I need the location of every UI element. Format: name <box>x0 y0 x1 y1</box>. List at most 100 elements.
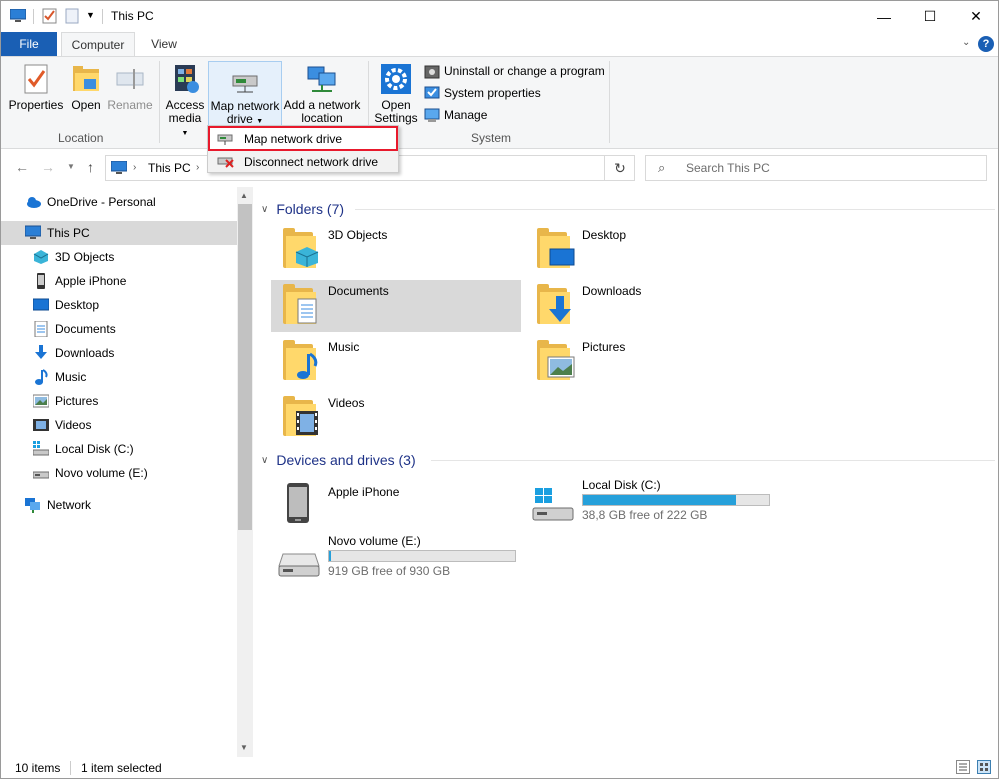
drive-tile-novo-volume-e[interactable]: Novo volume (E:) 919 GB free of 930 GB <box>271 532 521 584</box>
drive-usage-bar <box>328 550 516 562</box>
scroll-up-arrow-icon[interactable]: ▲ <box>240 191 248 200</box>
drive-tile-local-disk-c[interactable]: Local Disk (C:) 38,8 GB free of 222 GB <box>525 476 775 528</box>
nav-item-desktop[interactable]: Desktop <box>1 293 237 317</box>
devices-section-header[interactable]: ∨ Devices and drives (3) <box>261 452 416 468</box>
music-icon <box>33 369 49 385</box>
title-separator-2 <box>102 9 103 24</box>
folder-name: Music <box>328 340 360 354</box>
rename-button[interactable]: Rename <box>107 63 153 112</box>
folder-name: Desktop <box>582 228 627 242</box>
properties-icon <box>20 63 52 95</box>
breadcrumb-chevron-icon[interactable]: › <box>196 162 199 173</box>
up-arrow-icon[interactable]: ↑ <box>87 159 94 175</box>
add-network-location-button[interactable]: Add a network location <box>283 63 361 125</box>
scroll-down-arrow-icon[interactable]: ▼ <box>240 743 248 752</box>
nav-item-apple-iphone[interactable]: Apple iPhone <box>1 269 237 293</box>
folders-section-title: Folders (7) <box>276 201 345 217</box>
folder-name: Downloads <box>582 284 642 298</box>
map-network-drive-button[interactable]: Map network drive ▼ <box>208 61 282 127</box>
scrollbar-thumb[interactable] <box>238 204 252 530</box>
tab-view[interactable]: View <box>137 32 191 56</box>
nav-item-local-disk-c[interactable]: Local Disk (C:) <box>1 437 237 461</box>
cloud-icon <box>25 194 41 210</box>
customize-quick-access-icon[interactable]: ▼ <box>86 10 95 20</box>
item-count: 10 items <box>15 761 61 775</box>
device-name: Apple iPhone <box>328 485 400 499</box>
nav-scrollbar[interactable]: ▲ ▼ <box>237 187 253 757</box>
document-icon <box>33 320 49 338</box>
large-icons-view-icon[interactable] <box>977 760 991 774</box>
back-arrow-icon[interactable]: ← <box>15 159 29 175</box>
properties-button[interactable]: Properties <box>7 63 65 112</box>
phone-icon <box>33 273 49 289</box>
computer-icon <box>110 160 128 175</box>
menu-item-map-network-drive[interactable]: Map network drive <box>208 126 398 151</box>
maximize-button[interactable]: ☐ <box>907 1 953 32</box>
folder-tile-downloads[interactable]: Downloads <box>525 280 775 332</box>
devices-section-title: Devices and drives (3) <box>276 452 416 468</box>
nav-item-music[interactable]: Music <box>1 365 237 389</box>
folders-section-header[interactable]: ∨ Folders (7) <box>261 201 344 217</box>
folder-tile-desktop[interactable]: Desktop <box>525 224 775 276</box>
folder-tile-documents[interactable]: Documents <box>271 280 521 332</box>
nav-item-documents[interactable]: Documents <box>1 317 237 341</box>
nav-item-label: OneDrive - Personal <box>47 195 156 209</box>
access-media-label-2-text: media <box>168 111 202 125</box>
chevron-down-icon: ∨ <box>261 203 269 215</box>
folder-tile-3d-objects[interactable]: 3D Objects <box>271 224 521 276</box>
folder-tile-pictures[interactable]: Pictures <box>525 336 775 388</box>
open-settings-button[interactable]: Open Settings <box>373 63 419 125</box>
nav-item-network[interactable]: Network <box>1 493 237 517</box>
drive-free-space: 919 GB free of 930 GB <box>328 564 451 578</box>
nav-item-label: 3D Objects <box>55 250 115 264</box>
help-icon[interactable]: ? <box>978 36 994 52</box>
folder-tile-music[interactable]: Music <box>271 336 521 388</box>
menu-item-disconnect-network-drive[interactable]: Disconnect network drive <box>210 151 396 172</box>
breadcrumb-chevron-icon[interactable]: › <box>133 162 136 173</box>
system-properties-button[interactable]: System properties <box>424 85 541 101</box>
desktop-folder-icon <box>537 228 575 268</box>
folder-tile-videos[interactable]: Videos <box>271 392 521 444</box>
dropdown-arrow-icon: ▼ <box>256 118 264 125</box>
system-properties-label: System properties <box>444 86 541 100</box>
recent-locations-icon[interactable]: ▼ <box>67 162 75 171</box>
manage-label: Manage <box>444 108 488 122</box>
refresh-icon[interactable]: ↻ <box>604 155 635 181</box>
collapse-ribbon-icon[interactable]: ⌄ <box>962 37 970 48</box>
nav-item-downloads[interactable]: Downloads <box>1 341 237 365</box>
nav-item-this-pc[interactable]: This PC <box>1 221 237 245</box>
breadcrumb-this-pc[interactable]: This PC <box>148 161 191 175</box>
new-folder-quick-icon[interactable] <box>65 8 79 24</box>
navigation-pane: OneDrive - Personal This PC 3D Objects A… <box>1 187 253 757</box>
nav-item-onedrive[interactable]: OneDrive - Personal <box>1 190 237 214</box>
windows-drive-icon <box>531 488 575 524</box>
rename-label: Rename <box>107 98 153 112</box>
disconnect-drive-icon <box>216 155 236 169</box>
device-tile-apple-iphone[interactable]: Apple iPhone <box>271 483 521 535</box>
ribbon-separator <box>159 61 160 143</box>
search-input[interactable]: Search This PC <box>686 161 770 175</box>
manage-button[interactable]: Manage <box>424 107 487 123</box>
location-group-label: Location <box>58 131 104 145</box>
close-button[interactable]: ✕ <box>953 1 998 32</box>
nav-item-pictures[interactable]: Pictures <box>1 389 237 413</box>
window-title: This PC <box>111 9 154 23</box>
search-box[interactable]: ⌕ Search This PC <box>645 155 987 181</box>
open-button[interactable]: Open <box>67 63 105 112</box>
nav-item-3d-objects[interactable]: 3D Objects <box>1 245 237 269</box>
properties-quick-icon[interactable] <box>42 8 58 24</box>
minimize-button[interactable]: — <box>861 1 907 32</box>
uninstall-program-button[interactable]: Uninstall or change a program <box>424 63 605 79</box>
nav-item-label: Local Disk (C:) <box>55 442 134 456</box>
nav-item-videos[interactable]: Videos <box>1 413 237 437</box>
tab-computer[interactable]: Computer <box>61 32 135 56</box>
details-view-icon[interactable] <box>956 760 970 774</box>
search-icon: ⌕ <box>658 160 666 175</box>
access-media-button[interactable]: Access media ▼ <box>164 63 206 140</box>
forward-arrow-icon[interactable]: → <box>41 159 55 175</box>
picture-icon <box>32 393 50 409</box>
open-folder-icon <box>70 63 102 95</box>
nav-item-label: Downloads <box>55 346 115 360</box>
nav-item-novo-volume-e[interactable]: Novo volume (E:) <box>1 461 237 485</box>
tab-file[interactable]: File <box>1 32 57 56</box>
